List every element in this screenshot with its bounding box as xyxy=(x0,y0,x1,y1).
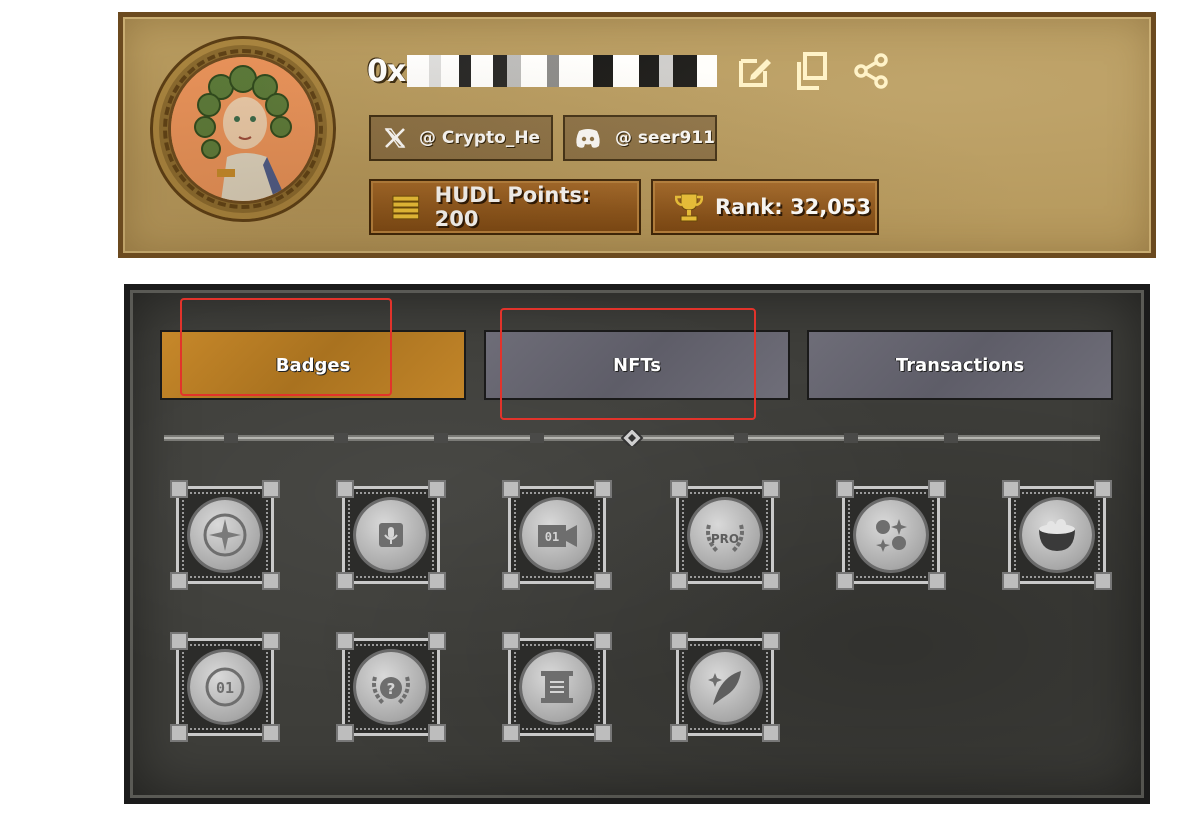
badge-emotions[interactable] xyxy=(836,480,946,590)
discord-handle-pill[interactable]: @ seer911 xyxy=(563,115,717,161)
discord-icon xyxy=(576,129,600,148)
medusa-avatar-image xyxy=(171,57,315,201)
coins-stack-icon xyxy=(392,195,420,220)
pro-laurel-badge-icon: PRO xyxy=(706,524,744,553)
tab-nfts-label: NFTs xyxy=(613,354,661,376)
tab-badges-label: Badges xyxy=(275,354,351,376)
sparkle-badge-icon xyxy=(203,513,247,557)
badge-cauldron[interactable] xyxy=(1002,480,1112,590)
badge-question[interactable]: ? xyxy=(336,632,446,742)
rank-stat: Rank: 32,053 xyxy=(651,179,879,235)
microphone-badge-icon xyxy=(379,523,403,547)
address-redacted-block xyxy=(407,55,718,87)
svg-text:?: ? xyxy=(387,680,396,698)
coin-01-badge-icon: 01 xyxy=(205,667,245,707)
scroll-badge-icon xyxy=(541,671,573,703)
emotions-badge-icon xyxy=(876,519,907,552)
x-handle: @ Crypto_He xyxy=(419,128,541,148)
avatar-frame xyxy=(153,39,333,219)
share-icon[interactable] xyxy=(851,51,891,91)
tab-transactions-label: Transactions xyxy=(895,354,1025,376)
svg-text:01: 01 xyxy=(216,679,234,697)
cauldron-badge-icon xyxy=(1039,519,1075,551)
badge-microphone[interactable] xyxy=(336,480,446,590)
wallet-address-row: 0x xyxy=(367,51,891,91)
trophy-icon xyxy=(675,193,703,222)
question-laurel-badge-icon: ? xyxy=(372,676,410,705)
hudl-points-stat: HUDL Points: 200 xyxy=(369,179,641,235)
tab-badges[interactable]: Badges xyxy=(160,330,466,400)
badges-panel: Badges NFTs Transactions 01 PRO 01 ? xyxy=(124,284,1150,804)
copy-icon[interactable] xyxy=(793,51,833,91)
ornamental-divider xyxy=(164,430,1100,446)
badge-pro[interactable]: PRO xyxy=(670,480,780,590)
badge-feather[interactable] xyxy=(670,632,780,742)
x-handle-pill[interactable]: @ Crypto_He xyxy=(369,115,553,161)
discord-handle: @ seer911 xyxy=(615,128,715,148)
svg-text:PRO: PRO xyxy=(711,532,739,546)
avatar[interactable] xyxy=(171,57,315,201)
video-camera-badge-icon: 01 xyxy=(538,525,577,547)
tab-nfts[interactable]: NFTs xyxy=(484,330,790,400)
svg-text:01: 01 xyxy=(545,530,559,544)
tab-transactions[interactable]: Transactions xyxy=(807,330,1113,400)
wallet-address: 0x xyxy=(367,53,406,89)
x-logo-icon xyxy=(384,128,406,148)
badge-video-camera[interactable]: 01 xyxy=(502,480,612,590)
edit-icon[interactable] xyxy=(735,51,775,91)
badge-coin-01[interactable]: 01 xyxy=(170,632,280,742)
badge-sparkle[interactable] xyxy=(170,480,280,590)
badge-scroll[interactable] xyxy=(502,632,612,742)
rank: Rank: 32,053 xyxy=(715,195,872,219)
profile-card: 0x @ Crypto_He @ seer911 HUDL Points: 20… xyxy=(118,12,1156,258)
hudl-points: HUDL Points: 200 xyxy=(434,183,591,231)
feather-badge-icon xyxy=(708,671,741,705)
